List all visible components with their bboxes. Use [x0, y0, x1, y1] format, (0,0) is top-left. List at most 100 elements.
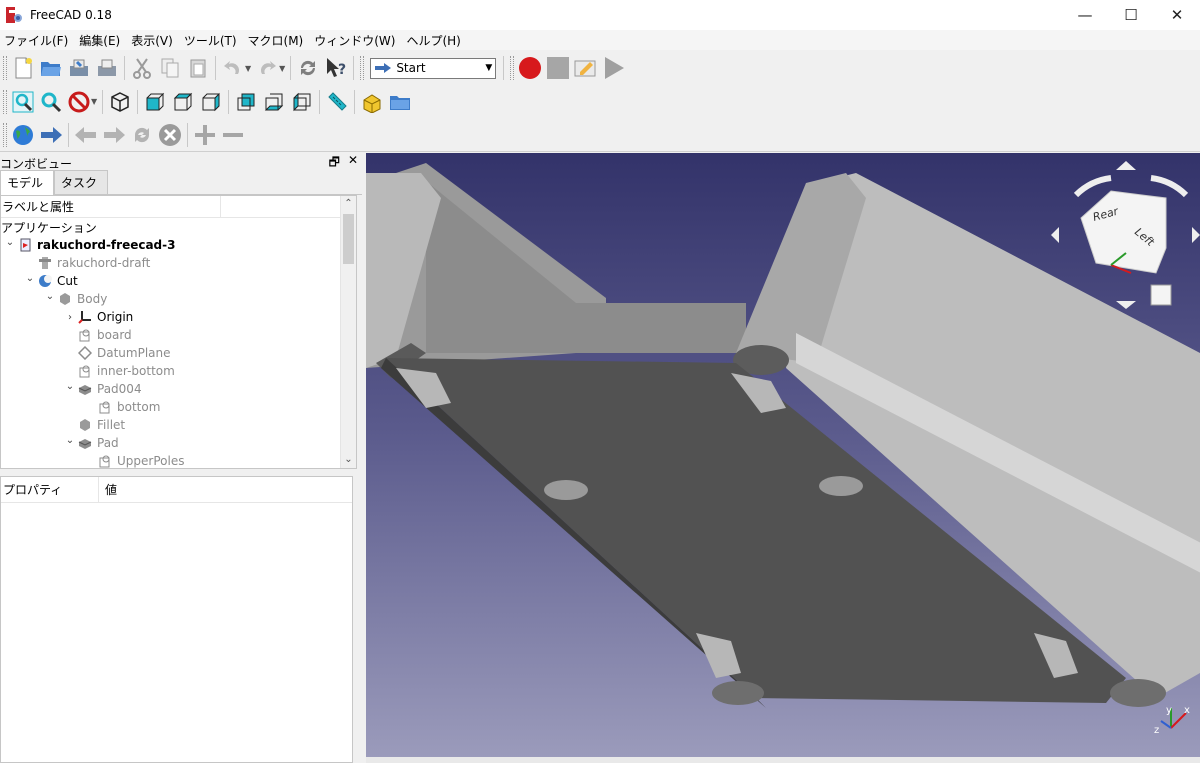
macro-edit-icon[interactable] — [573, 55, 599, 81]
fit-all-icon[interactable] — [10, 89, 36, 115]
scroll-thumb[interactable] — [343, 214, 354, 264]
tree-item[interactable]: Fillet — [1, 416, 356, 434]
chevron-down-icon[interactable]: ⌄ — [63, 435, 77, 446]
tree-scrollbar[interactable]: ⌃ ⌄ — [340, 196, 356, 468]
tree-item[interactable]: UpperPoles — [1, 452, 356, 468]
tree-item[interactable]: board — [1, 326, 356, 344]
chevron-down-icon[interactable]: ⌄ — [23, 273, 37, 284]
minimize-button[interactable]: — — [1062, 0, 1108, 30]
nav-cube-body[interactable] — [1080, 190, 1167, 274]
toolbar-separator — [68, 122, 69, 147]
close-button[interactable]: ✕ — [1154, 0, 1200, 30]
top-view-icon[interactable] — [170, 89, 196, 115]
tree-item[interactable]: ⌄ Pad004 — [1, 380, 356, 398]
zoom-out-minus-icon[interactable] — [220, 122, 246, 148]
nav-right-arrow-icon[interactable] — [1192, 227, 1200, 243]
tree-item[interactable]: DatumPlane — [1, 344, 356, 362]
open-folder-icon[interactable] — [38, 55, 64, 81]
reload-icon[interactable] — [129, 122, 155, 148]
nav-up-arrow-icon[interactable] — [1116, 161, 1136, 170]
refresh-icon[interactable] — [295, 55, 321, 81]
3d-viewport[interactable]: Rear Left x y z — [366, 153, 1200, 763]
toolbar-grip[interactable] — [3, 89, 7, 114]
document-tab-strip[interactable] — [366, 757, 1200, 763]
maximize-button[interactable]: ☐ — [1108, 0, 1154, 30]
model-tree[interactable]: ラベルと属性 アプリケーション ⌄ rakuchord-freecad-3 raku… — [0, 195, 357, 469]
scroll-up-icon[interactable]: ⌃ — [341, 196, 356, 212]
macro-record-icon[interactable] — [517, 55, 543, 81]
undo-dropdown-icon[interactable]: ▼ — [245, 64, 251, 73]
draw-style-icon[interactable] — [66, 89, 92, 115]
nav-down-arrow-icon[interactable] — [1116, 301, 1136, 309]
back-arrow-icon[interactable] — [73, 122, 99, 148]
toolbar-grip[interactable] — [510, 56, 515, 80]
fit-selection-icon[interactable] — [38, 89, 64, 115]
tree-header-label[interactable]: ラベルと属性 — [1, 196, 221, 218]
rotate-right-arrow-icon[interactable] — [1150, 175, 1189, 198]
zoom-in-plus-icon[interactable] — [192, 122, 218, 148]
property-view[interactable]: プロパティ 値 — [0, 476, 353, 763]
chevron-down-icon[interactable]: ⌄ — [63, 381, 77, 392]
tab-model[interactable]: モデル — [0, 170, 55, 195]
model-render[interactable]: Rear Left x y z — [366, 153, 1200, 763]
new-file-icon[interactable] — [10, 55, 36, 81]
menu-file[interactable]: ファイル(F) — [0, 32, 75, 49]
rotate-left-arrow-icon[interactable] — [1073, 175, 1112, 198]
toolbar-grip[interactable] — [3, 122, 7, 147]
chevron-right-icon[interactable]: › — [63, 312, 77, 323]
left-view-icon[interactable] — [289, 89, 315, 115]
save-icon[interactable] — [66, 55, 92, 81]
paste-icon[interactable] — [185, 55, 211, 81]
tree-item[interactable]: ⌄ Cut — [1, 272, 356, 290]
tree-item[interactable]: inner-bottom — [1, 362, 356, 380]
tree-item[interactable]: ⌄ Pad — [1, 434, 356, 452]
whats-this-help-icon[interactable]: ? — [323, 55, 349, 81]
rear-view-icon[interactable] — [233, 89, 259, 115]
view-menu-cube-icon[interactable] — [1150, 284, 1172, 306]
web-globe-icon[interactable] — [10, 122, 36, 148]
tab-tasks[interactable]: タスク — [54, 170, 109, 194]
redo-icon[interactable] — [254, 55, 280, 81]
right-view-icon[interactable] — [198, 89, 224, 115]
menu-view[interactable]: 表示(V) — [127, 32, 180, 49]
menu-edit[interactable]: 編集(E) — [75, 32, 127, 49]
chevron-down-icon[interactable]: ⌄ — [3, 237, 17, 248]
tree-item[interactable]: ⌄ rakuchord-freecad-3 — [1, 236, 356, 254]
front-view-icon[interactable] — [142, 89, 168, 115]
toolbar-grip[interactable] — [360, 56, 365, 80]
toolbar-grip[interactable] — [3, 56, 7, 80]
scroll-down-icon[interactable]: ⌄ — [341, 452, 356, 468]
create-group-folder-icon[interactable] — [387, 89, 413, 115]
menu-tools[interactable]: ツール(T) — [180, 32, 244, 49]
undo-icon[interactable] — [220, 55, 246, 81]
macro-run-icon[interactable] — [601, 55, 627, 81]
tree-item[interactable]: rakuchord-draft — [1, 254, 356, 272]
workbench-selector[interactable]: Start ▼ — [370, 57, 497, 79]
close-panel-icon[interactable]: ✕ — [348, 153, 358, 174]
go-forward-arrow-icon[interactable] — [38, 122, 64, 148]
tree-item[interactable]: bottom — [1, 398, 356, 416]
property-column-header[interactable]: プロパティ — [1, 476, 99, 503]
workbench-selected-label: Start — [396, 61, 426, 75]
copy-icon[interactable] — [157, 55, 183, 81]
menu-help[interactable]: ヘルプ(H) — [402, 32, 467, 49]
measure-distance-icon[interactable] — [324, 89, 350, 115]
save-as-icon[interactable] — [94, 55, 120, 81]
tree-item[interactable]: › Origin — [1, 308, 356, 326]
macro-stop-icon[interactable] — [545, 55, 571, 81]
cut-scissors-icon[interactable] — [129, 55, 155, 81]
menu-window[interactable]: ウィンドウ(W) — [310, 32, 402, 49]
tree-item[interactable]: ⌄ Body — [1, 290, 356, 308]
float-panel-icon[interactable]: 🗗 — [329, 153, 340, 174]
redo-dropdown-icon[interactable]: ▼ — [279, 64, 285, 73]
isometric-view-icon[interactable] — [107, 89, 133, 115]
bottom-view-icon[interactable] — [261, 89, 287, 115]
chevron-down-icon[interactable]: ⌄ — [43, 291, 57, 302]
stop-x-icon[interactable] — [157, 122, 183, 148]
create-part-icon[interactable] — [359, 89, 385, 115]
draw-style-dropdown-icon[interactable]: ▼ — [91, 97, 97, 106]
forward-arrow-icon[interactable] — [101, 122, 127, 148]
nav-left-arrow-icon[interactable] — [1051, 227, 1059, 243]
value-column-header[interactable]: 値 — [99, 481, 117, 498]
menu-macro[interactable]: マクロ(M) — [244, 32, 311, 49]
